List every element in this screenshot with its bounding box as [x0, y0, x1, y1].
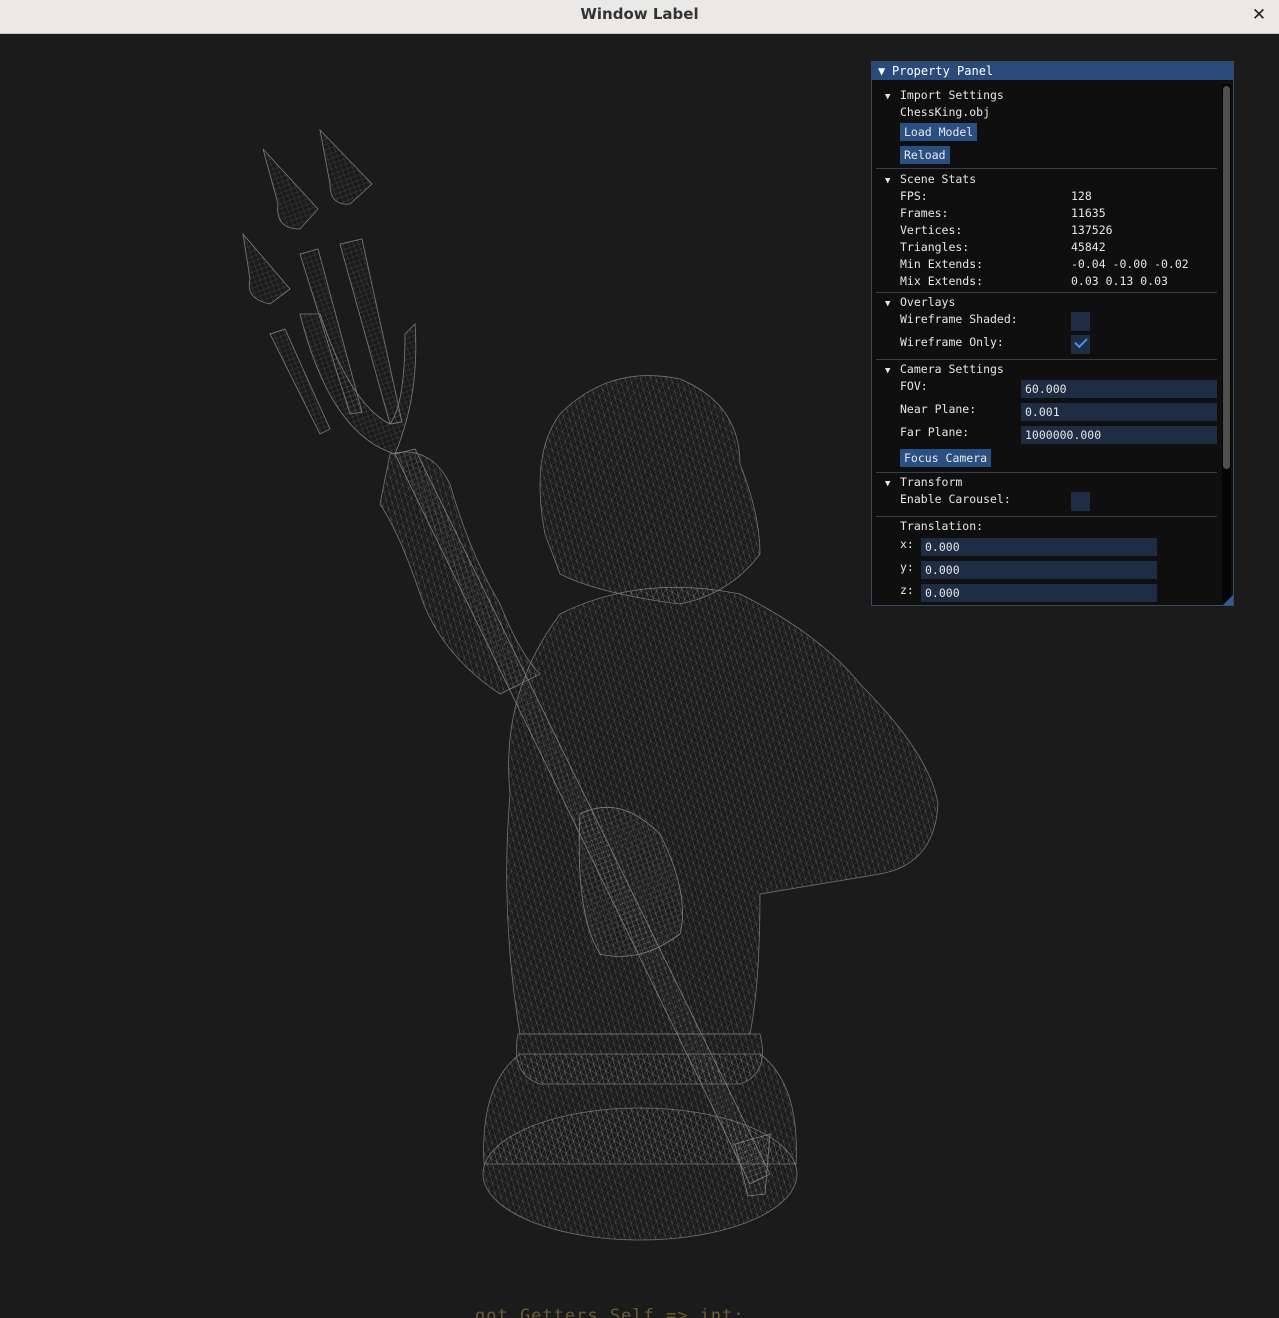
focus-camera-button[interactable]: Focus Camera [900, 449, 992, 467]
translation-x-label: x: [900, 537, 914, 551]
collapse-triangle-icon: ▼ [885, 92, 891, 102]
collapse-triangle-icon[interactable]: ▼ [878, 62, 892, 80]
section-title-transform: Transform [900, 475, 963, 489]
wireframe-shaded-checkbox[interactable] [1071, 312, 1090, 331]
collapse-triangle-icon: ▼ [885, 479, 891, 489]
checkmark-icon [1074, 334, 1088, 349]
stat-label-fps: FPS: [900, 189, 928, 203]
wireframe-shaded-label: Wireframe Shaded: [900, 312, 1018, 326]
far-plane-label: Far Plane: [900, 425, 970, 439]
section-transform[interactable]: ▼ Transform [885, 474, 962, 490]
stat-label-min-extends: Min Extends: [900, 257, 984, 271]
section-divider [876, 516, 1217, 517]
section-camera-settings[interactable]: ▼ Camera Settings [885, 361, 1004, 377]
stat-label-triangles: Triangles: [900, 240, 970, 254]
enable-carousel-checkbox[interactable] [1071, 492, 1090, 511]
collapse-triangle-icon: ▼ [885, 299, 891, 309]
collapse-triangle-icon: ▼ [885, 176, 891, 186]
translation-label: Translation: [900, 519, 984, 533]
stat-value-fps: 128 [1071, 189, 1092, 203]
property-panel: ▼ Property Panel ▼ Import Settings ChessKi… [871, 61, 1234, 606]
section-import-settings[interactable]: ▼ Import Settings [885, 87, 1004, 103]
background-code-text: got.Getters.Self => int; [475, 1306, 745, 1318]
section-divider [876, 292, 1217, 293]
property-panel-body: ▼ Import Settings ChessKing.obj Load Mode… [872, 81, 1221, 605]
near-plane-input[interactable]: 0.001 [1021, 403, 1217, 421]
scrollbar-thumb[interactable] [1223, 86, 1230, 469]
section-title-camera: Camera Settings [900, 362, 1004, 376]
resize-grip-icon[interactable] [1223, 595, 1233, 605]
enable-carousel-label: Enable Carousel: [900, 492, 1011, 506]
section-title-scene-stats: Scene Stats [900, 172, 977, 186]
collapse-triangle-icon: ▼ [885, 366, 891, 376]
translation-x-input[interactable]: 0.000 [921, 538, 1157, 556]
close-icon[interactable]: ✕ [1247, 4, 1271, 26]
section-scene-stats[interactable]: ▼ Scene Stats [885, 171, 976, 187]
fov-label: FOV: [900, 379, 928, 393]
stat-value-vertices: 137526 [1071, 223, 1113, 237]
near-plane-label: Near Plane: [900, 402, 977, 416]
stat-value-min-extends: -0.04 -0.00 -0.02 [1071, 257, 1189, 271]
fov-input[interactable]: 60.000 [1021, 380, 1217, 398]
section-divider [876, 359, 1217, 360]
property-panel-header[interactable]: ▼ Property Panel [872, 62, 1233, 80]
section-divider [876, 472, 1217, 473]
load-model-button[interactable]: Load Model [900, 123, 978, 141]
section-overlays[interactable]: ▼ Overlays [885, 294, 955, 310]
reload-button[interactable]: Reload [900, 146, 950, 164]
stat-value-frames: 11635 [1071, 206, 1106, 220]
stat-value-triangles: 45842 [1071, 240, 1106, 254]
far-plane-input[interactable]: 1000000.000 [1021, 426, 1217, 444]
property-panel-title: Property Panel [892, 64, 994, 78]
import-filename: ChessKing.obj [900, 105, 991, 119]
window-title: Window Label [580, 5, 699, 23]
translation-y-label: y: [900, 560, 914, 574]
wireframe-only-label: Wireframe Only: [900, 335, 1004, 349]
translation-z-label: z: [900, 583, 914, 597]
window-titlebar: Window Label ✕ [0, 0, 1279, 34]
translation-z-input[interactable]: 0.000 [921, 584, 1157, 602]
section-title-import: Import Settings [900, 88, 1004, 102]
stat-label-frames: Frames: [900, 206, 949, 220]
stat-label-vertices: Vertices: [900, 223, 963, 237]
section-divider [876, 168, 1217, 169]
wireframe-only-checkbox[interactable] [1071, 334, 1090, 354]
section-title-overlays: Overlays [900, 295, 956, 309]
stat-label-mix-extends: Mix Extends: [900, 274, 984, 288]
translation-y-input[interactable]: 0.000 [921, 561, 1157, 579]
stat-value-mix-extends: 0.03 0.13 0.03 [1071, 274, 1168, 288]
